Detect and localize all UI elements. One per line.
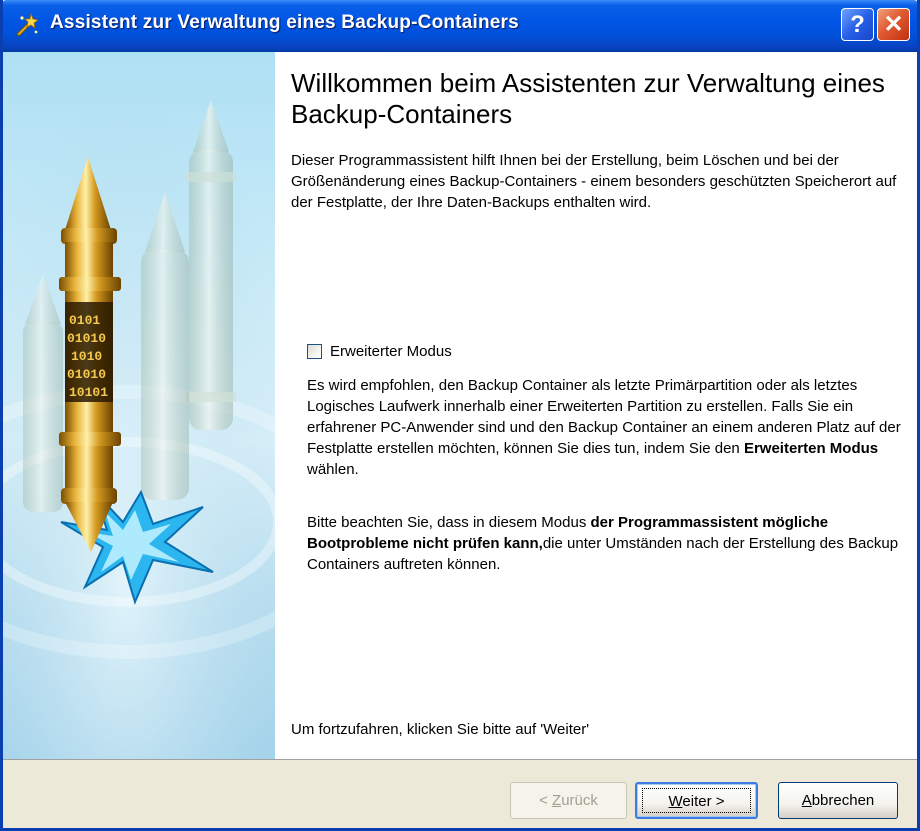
wizard-wand-icon <box>16 12 39 37</box>
cancel-button[interactable]: Abbrechen <box>778 782 898 819</box>
svg-text:01010: 01010 <box>67 367 106 382</box>
next-button[interactable]: Weiter > <box>635 782 758 819</box>
warning-text: Bitte beachten Sie, dass in diesem Modus… <box>307 514 899 573</box>
close-button[interactable]: ✕ <box>877 8 910 41</box>
window-title: Assistent zur Verwaltung eines Backup-Co… <box>50 12 519 33</box>
advanced-mode-label[interactable]: Erweiterter Modus <box>330 342 452 362</box>
backup-cylinder-illustration: 0101 01010 1010 01010 10101 <box>3 52 275 759</box>
svg-text:01010: 01010 <box>67 331 106 346</box>
page-title: Willkommen beim Assistenten zur Verwaltu… <box>291 68 885 129</box>
focus-rectangle <box>642 788 751 813</box>
svg-text:1010: 1010 <box>71 349 102 364</box>
svg-text:0101: 0101 <box>69 313 100 328</box>
advanced-mode-checkbox[interactable] <box>307 344 322 359</box>
continue-hint: Um fortzufahren, klicken Sie bitte auf '… <box>291 721 590 738</box>
advanced-mode-emphasis: Erweiterten Modus <box>743 440 879 457</box>
title-bar[interactable]: Assistent zur Verwaltung eines Backup-Co… <box>3 0 917 52</box>
close-icon: ✕ <box>883 11 904 38</box>
intro-text: Dieser Programmassistent hilft Ihnen bei… <box>291 152 897 211</box>
back-button[interactable]: < Zurück <box>510 782 627 819</box>
svg-text:10101: 10101 <box>69 385 108 400</box>
wizard-side-illustration: 0101 01010 1010 01010 10101 <box>3 52 275 759</box>
help-button[interactable]: ? <box>841 8 874 41</box>
help-icon: ? <box>850 11 865 38</box>
recommendation-text: Es wird empfohlen, den Backup Container … <box>307 377 901 478</box>
wizard-window: Assistent zur Verwaltung eines Backup-Co… <box>0 0 920 831</box>
button-bar: < Zurück Weiter > Abbrechen <box>3 759 917 828</box>
wizard-content: Willkommen beim Assistenten zur Verwaltu… <box>275 52 917 759</box>
